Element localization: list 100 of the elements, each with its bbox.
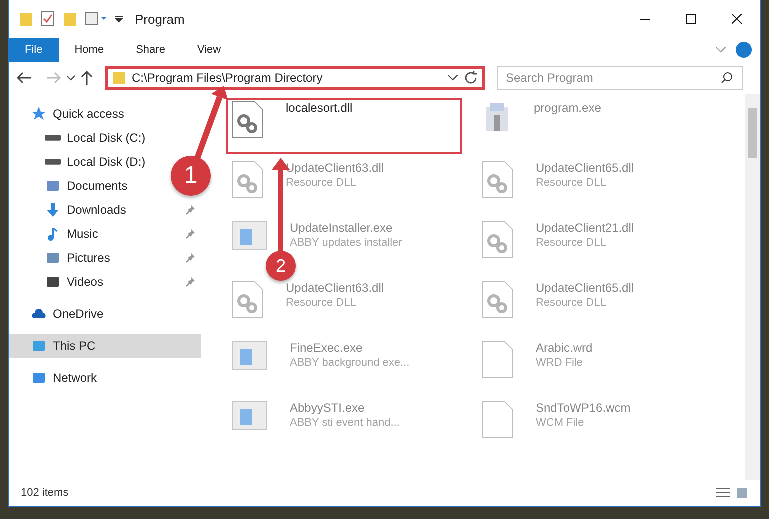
sidebar-item[interactable]: This PC bbox=[9, 334, 201, 358]
sidebar-label: Music bbox=[67, 227, 98, 241]
file-type: ABBY sti event hand... bbox=[290, 417, 400, 429]
file-name: AbbyySTI.exe bbox=[290, 401, 366, 415]
step-number-badge: 1 bbox=[171, 156, 211, 196]
scrollbar[interactable] bbox=[745, 94, 760, 480]
address-bar[interactable]: C:\Program Files\Program Directory bbox=[105, 66, 485, 90]
properties-icon bbox=[85, 12, 107, 26]
pin-icon bbox=[185, 253, 195, 263]
sidebar-label: OneDrive bbox=[53, 307, 104, 321]
file-name: localesort.dll bbox=[286, 101, 353, 115]
sidebar-label: This PC bbox=[53, 339, 96, 353]
file-item[interactable]: UpdateClient65.dll Resource DLL bbox=[476, 158, 712, 202]
sidebar-label: Local Disk (D:) bbox=[67, 155, 146, 169]
chevron-down-icon bbox=[448, 75, 458, 81]
pin-icon bbox=[185, 205, 195, 215]
file-item[interactable]: UpdateClient63.dll Resource DLL bbox=[226, 278, 462, 322]
up-arrow-icon bbox=[81, 71, 93, 85]
tiles-view-icon bbox=[736, 487, 748, 499]
file-item[interactable]: AbbyySTI.exe ABBY sti event hand... bbox=[226, 398, 462, 434]
gear-file-icon bbox=[232, 101, 264, 139]
gear-file-icon bbox=[482, 161, 514, 199]
ribbon-tab[interactable]: File bbox=[9, 38, 59, 62]
close-icon bbox=[732, 14, 742, 24]
blank-file-icon bbox=[482, 341, 514, 379]
application-window-icon bbox=[232, 341, 268, 371]
file-type: Resource DLL bbox=[536, 297, 608, 309]
sidebar-item[interactable]: Music bbox=[9, 222, 201, 246]
file-name: SndToWP16.wcm bbox=[536, 401, 631, 415]
search-field[interactable]: Search Program bbox=[497, 66, 743, 90]
sidebar-item[interactable]: Pictures bbox=[9, 246, 201, 270]
window-title: Program bbox=[135, 12, 185, 26]
checklist-icon bbox=[41, 11, 55, 27]
sidebar-label: Quick access bbox=[53, 107, 124, 121]
file-type: Resource DLL bbox=[536, 237, 608, 249]
file-item[interactable]: UpdateClient21.dll Resource DLL bbox=[476, 218, 712, 262]
folder-icon bbox=[63, 11, 77, 27]
file-name: UpdateClient63.dll bbox=[286, 281, 384, 295]
file-type: WCM File bbox=[536, 417, 586, 429]
item-count: 102 items bbox=[21, 487, 69, 499]
ribbon-tab[interactable]: View bbox=[181, 38, 238, 62]
gear-file-icon bbox=[232, 161, 264, 199]
sidebar-item[interactable]: OneDrive bbox=[9, 302, 110, 326]
sidebar-item[interactable]: Network bbox=[9, 366, 104, 390]
chevron-down-icon bbox=[716, 47, 726, 53]
file-name: FineExec.exe bbox=[290, 341, 364, 355]
sidebar-label: Videos bbox=[67, 275, 104, 289]
gear-file-icon bbox=[482, 221, 514, 259]
sidebar-item[interactable]: Downloads bbox=[9, 198, 201, 222]
file-type: ABBY updates installer bbox=[290, 237, 402, 249]
ribbon-tab[interactable]: Share bbox=[120, 38, 182, 62]
chevron-down-icon bbox=[67, 75, 75, 81]
refresh-icon bbox=[464, 71, 478, 85]
file-item[interactable]: SndToWP16.wcm WCM File bbox=[476, 398, 712, 442]
dropdown-caret-icon bbox=[115, 15, 123, 23]
sidebar-label: Documents bbox=[67, 179, 128, 193]
ribbon-tab[interactable]: Home bbox=[58, 38, 120, 62]
file-type: ABBY background exe... bbox=[290, 357, 410, 369]
sidebar-label: Downloads bbox=[67, 203, 126, 217]
file-item[interactable]: UpdateClient65.dll Resource DLL bbox=[476, 278, 712, 322]
folder-icon bbox=[19, 11, 33, 27]
minimize-icon bbox=[640, 18, 650, 20]
file-name: UpdateClient63.dll bbox=[286, 161, 384, 175]
pin-icon bbox=[185, 229, 195, 239]
file-name: program.exe bbox=[534, 101, 602, 115]
sidebar-item[interactable]: Documents bbox=[9, 174, 134, 198]
sidebar-item[interactable]: Quick access bbox=[9, 102, 130, 126]
maximize-icon bbox=[686, 14, 696, 24]
step-number-badge: 2 bbox=[266, 251, 296, 281]
file-type: WRD File bbox=[536, 357, 584, 369]
file-type: Resource DLL bbox=[536, 177, 608, 189]
back-arrow-icon bbox=[17, 72, 31, 84]
file-item[interactable]: UpdateInstaller.exe ABBY updates installer bbox=[226, 218, 462, 254]
file-type: Resource DLL bbox=[286, 177, 358, 189]
gear-file-icon bbox=[482, 281, 514, 319]
sidebar-item[interactable]: Videos bbox=[9, 270, 201, 294]
help-icon bbox=[736, 42, 752, 58]
file-name: UpdateClient65.dll bbox=[536, 161, 634, 175]
file-item[interactable]: UpdateClient63.dll Resource DLL bbox=[226, 158, 462, 202]
gear-file-icon bbox=[232, 281, 264, 319]
sidebar-label: Pictures bbox=[67, 251, 110, 265]
file-item[interactable]: FineExec.exe ABBY background exe... bbox=[226, 338, 462, 374]
application-window-icon bbox=[232, 221, 268, 251]
sidebar-item[interactable]: Local Disk (C:) bbox=[9, 126, 152, 150]
pin-icon bbox=[185, 277, 195, 287]
file-item[interactable]: localesort.dll bbox=[226, 98, 462, 154]
sidebar-label: Network bbox=[53, 371, 98, 385]
sidebar-label: Local Disk (C:) bbox=[67, 131, 146, 145]
file-name: UpdateInstaller.exe bbox=[290, 221, 394, 235]
sidebar-item[interactable]: Local Disk (D:) bbox=[9, 150, 152, 174]
file-name: Arabic.wrd bbox=[536, 341, 593, 355]
application-window-icon bbox=[232, 401, 268, 431]
file-name: UpdateClient21.dll bbox=[536, 221, 634, 235]
file-item[interactable]: Arabic.wrd WRD File bbox=[476, 338, 712, 382]
address-path: C:\Program Files\Program Directory bbox=[132, 71, 323, 85]
folder-icon bbox=[112, 71, 126, 85]
file-type: Resource DLL bbox=[286, 297, 358, 309]
forward-arrow-icon bbox=[47, 72, 61, 84]
details-view-icon bbox=[716, 487, 730, 499]
file-item[interactable]: program.exe bbox=[476, 98, 712, 136]
